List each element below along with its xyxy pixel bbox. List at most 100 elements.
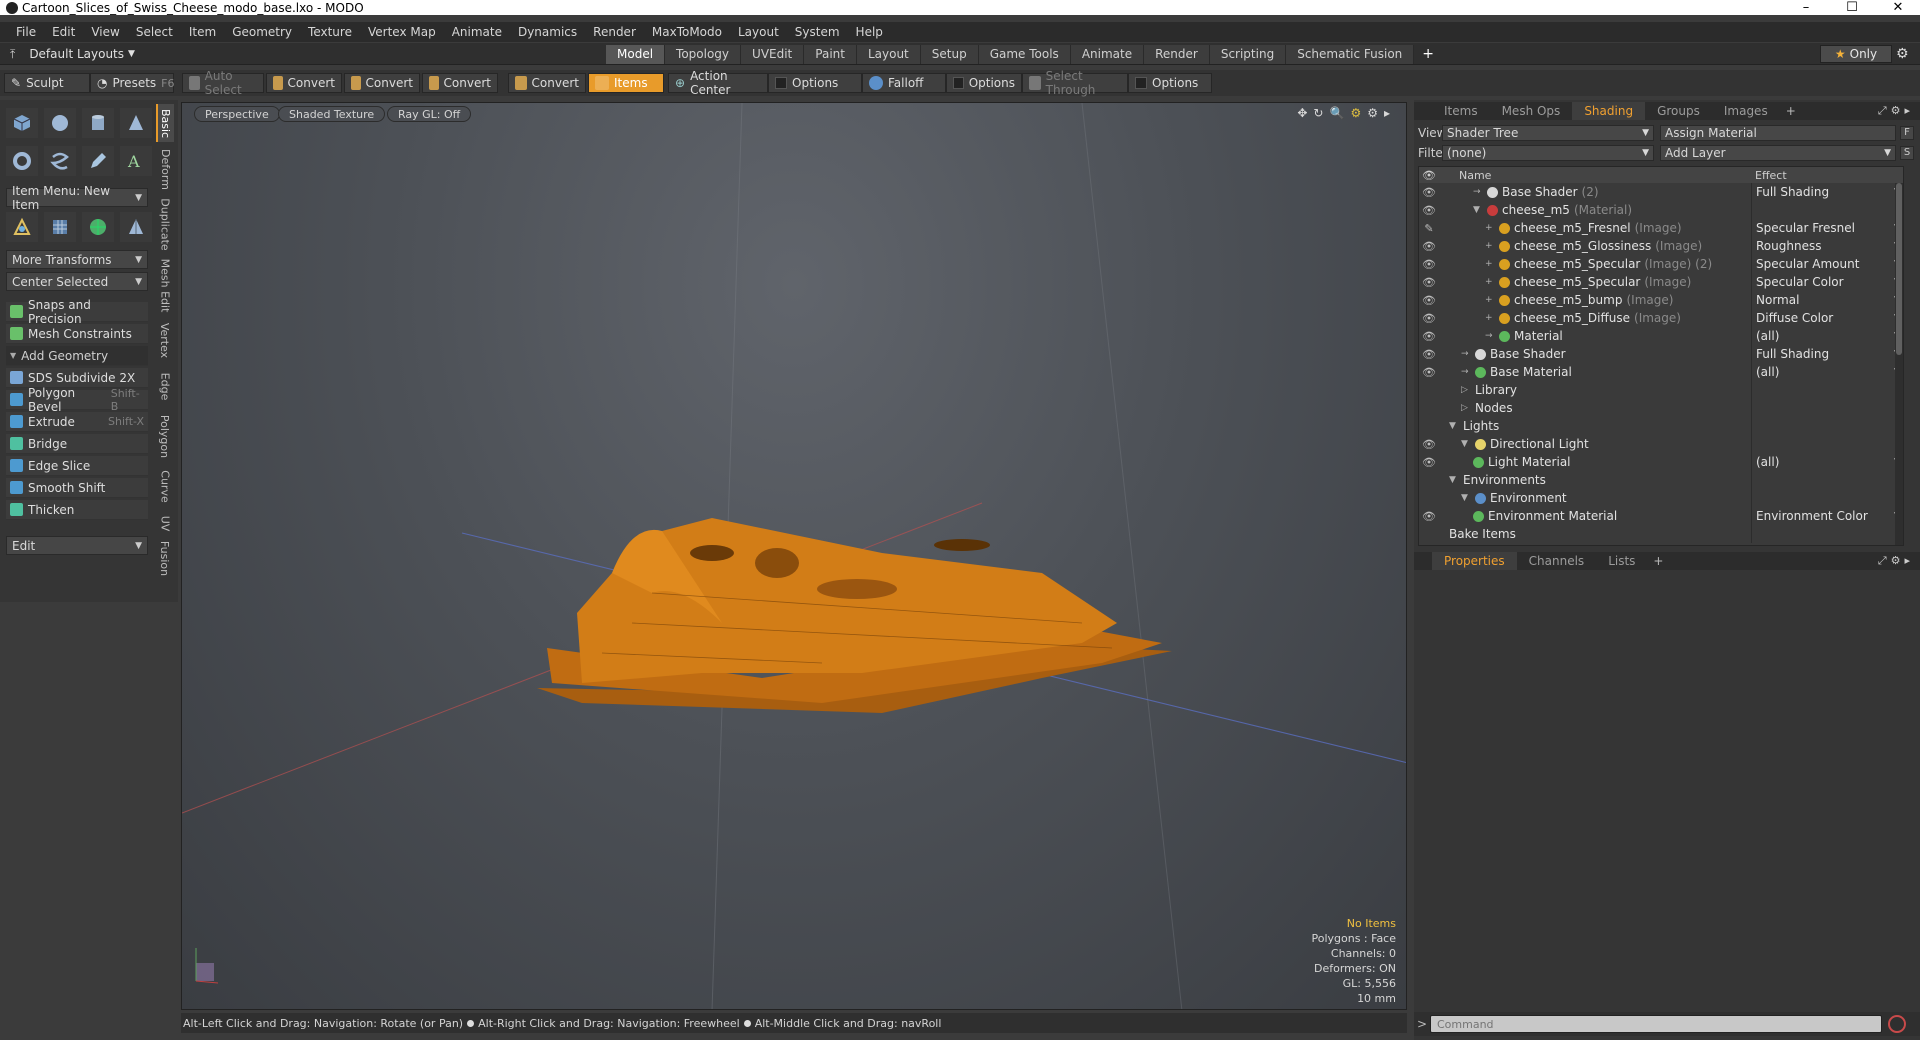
convert-edges-button[interactable]: Convert — [344, 73, 420, 93]
eye-icon[interactable]: 👁 — [1419, 438, 1439, 451]
tree-row[interactable]: 👁 → Base Material (all)▼ — [1419, 363, 1903, 381]
raygl-button[interactable]: Ray GL: Off — [387, 106, 472, 122]
effect-dropdown[interactable]: Specular Amount▼ — [1751, 255, 1903, 273]
tree-row[interactable]: ✎ + cheese_m5_Fresnel (Image) Specular Fresn… — [1419, 219, 1903, 237]
action-center-options-button[interactable]: Options — [768, 73, 862, 93]
item-menu-dropdown[interactable]: Item Menu: New Item ▼ — [6, 184, 148, 212]
cone-button[interactable] — [120, 108, 152, 138]
move-button[interactable] — [6, 212, 38, 242]
expand-toggle-icon[interactable]: ▼ — [1461, 439, 1471, 449]
add-tab-button[interactable]: + — [1414, 45, 1442, 64]
menu-vertex-map[interactable]: Vertex Map — [360, 25, 444, 39]
menu-edit[interactable]: Edit — [44, 25, 83, 39]
filter-dropdown[interactable]: (none) ▼ — [1442, 145, 1654, 161]
only-button[interactable]: ★ Only — [1820, 45, 1892, 63]
pen-button[interactable] — [82, 146, 114, 176]
eye-icon[interactable]: ✎ — [1419, 222, 1439, 235]
effect-dropdown[interactable]: Environment Color▼ — [1751, 507, 1903, 525]
convert-vertices-button[interactable]: Convert — [266, 73, 342, 93]
eye-icon[interactable]: 👁 — [1419, 366, 1439, 379]
tab-setup[interactable]: Setup — [920, 45, 979, 64]
tool-thicken[interactable]: Thicken — [6, 500, 148, 520]
arrow-right-icon[interactable]: ▸ — [1384, 106, 1390, 120]
expand-toggle-icon[interactable]: ▷ — [1461, 403, 1471, 413]
panel-tab-images[interactable]: Images — [1712, 102, 1780, 120]
edit-dropdown[interactable]: Edit ▼ — [6, 536, 148, 555]
tree-row[interactable]: Bake Items — [1419, 525, 1903, 543]
menu-item[interactable]: Item — [181, 25, 224, 39]
eye-icon[interactable]: 👁 — [1419, 204, 1439, 217]
tool-edge-slice[interactable]: Edge Slice — [6, 456, 148, 476]
expand-toggle-icon[interactable]: + — [1485, 295, 1495, 305]
vtab-polygon[interactable]: Polygon — [156, 410, 174, 462]
vtab-edge[interactable]: Edge — [156, 366, 174, 406]
vtab-basic[interactable]: Basic — [156, 104, 174, 142]
tab-topology[interactable]: Topology — [665, 45, 742, 64]
tab-game-tools[interactable]: Game Tools — [978, 45, 1071, 64]
menu-animate[interactable]: Animate — [444, 25, 510, 39]
sphere-button[interactable] — [44, 108, 76, 138]
assign-material-button[interactable]: Assign Material — [1660, 125, 1896, 141]
tab-render[interactable]: Render — [1144, 45, 1210, 64]
view-dropdown[interactable]: Shader Tree ▼ — [1442, 125, 1654, 141]
tool-polygon-bevel[interactable]: Polygon Bevel Shift-B — [6, 386, 148, 414]
prop-options-icons[interactable]: ⤢⚙▸ — [1878, 554, 1920, 568]
prop-tab-channels[interactable]: Channels — [1517, 552, 1597, 570]
eye-icon[interactable]: 👁 — [1419, 510, 1439, 523]
expand-toggle-icon[interactable]: ▼ — [1449, 475, 1459, 485]
shading-mode-button[interactable]: Shaded Texture — [278, 106, 386, 122]
tree-row[interactable]: 👁 Environment Material Environment Color▼ — [1419, 507, 1903, 525]
tree-row[interactable]: 👁 + cheese_m5_bump(Image) Normal▼ — [1419, 291, 1903, 309]
snaps-precision-button[interactable]: Snaps and Precision — [6, 298, 148, 326]
effect-dropdown[interactable]: Full Shading▼ — [1751, 345, 1903, 363]
vtab-duplicate[interactable]: Duplicate — [156, 196, 174, 252]
tree-row[interactable]: 👁 + cheese_m5_Specular (Image) (2) Specular … — [1419, 255, 1903, 273]
menu-dynamics[interactable]: Dynamics — [510, 25, 585, 39]
move-view-icon[interactable]: ✥ — [1297, 106, 1307, 120]
eye-icon[interactable]: 👁 — [1419, 348, 1439, 361]
effect-dropdown[interactable]: Normal▼ — [1751, 291, 1903, 309]
gear-icon[interactable]: ⚙ — [1896, 46, 1909, 62]
tree-row[interactable]: ▼ Environment — [1419, 489, 1903, 507]
panel-options-icons[interactable]: ⤢⚙▸ — [1878, 104, 1920, 118]
effect-dropdown[interactable]: (all)▼ — [1751, 453, 1903, 471]
prop-tab-lists[interactable]: Lists — [1596, 552, 1647, 570]
tool-bridge[interactable]: Bridge — [6, 434, 148, 454]
auto-select-button[interactable]: Auto Select — [182, 69, 264, 97]
panel-tab-mesh-ops[interactable]: Mesh Ops — [1490, 102, 1573, 120]
menu-help[interactable]: Help — [848, 25, 891, 39]
globe-button[interactable] — [82, 212, 114, 242]
more-transforms-dropdown[interactable]: More Transforms ▼ — [6, 250, 148, 269]
effect-dropdown[interactable]: Specular Color▼ — [1751, 273, 1903, 291]
cylinder-button[interactable] — [82, 108, 114, 138]
maximize-button[interactable]: ☐ — [1830, 0, 1874, 15]
rotate-view-icon[interactable]: ↻ — [1313, 106, 1323, 120]
cube-button[interactable] — [6, 108, 38, 138]
tree-row[interactable]: 👁 → Base Shader(2) Full Shading▼ — [1419, 183, 1903, 201]
effect-dropdown[interactable]: Full Shading▼ — [1751, 183, 1903, 201]
tree-row[interactable]: ▷ Library — [1419, 381, 1903, 399]
add-panel-tab-button[interactable]: + — [1780, 104, 1802, 118]
scrollbar-thumb[interactable] — [1896, 183, 1902, 355]
tree-row[interactable]: ▷ Nodes — [1419, 399, 1903, 417]
fit-icon[interactable]: ⚙ — [1350, 106, 1361, 120]
record-icon[interactable] — [1888, 1015, 1906, 1033]
command-input[interactable] — [1430, 1015, 1882, 1033]
expand-toggle-icon[interactable]: → — [1473, 187, 1483, 197]
tree-row[interactable]: 👁 + cheese_m5_Specular (Image) Specular Colo… — [1419, 273, 1903, 291]
tool-smooth-shift[interactable]: Smooth Shift — [6, 478, 148, 498]
expand-toggle-icon[interactable]: + — [1485, 259, 1495, 269]
cheese-model[interactable] — [537, 518, 1172, 713]
eye-icon[interactable]: 👁 — [1419, 258, 1439, 271]
panel-tab-items[interactable]: Items — [1432, 102, 1490, 120]
eye-icon[interactable]: 👁 — [1419, 276, 1439, 289]
prop-tab-properties[interactable]: Properties — [1432, 552, 1517, 570]
s-button[interactable]: S — [1900, 146, 1914, 160]
menu-texture[interactable]: Texture — [300, 25, 360, 39]
expand-toggle-icon[interactable]: ▼ — [1473, 205, 1483, 215]
menu-view[interactable]: View — [83, 25, 127, 39]
expand-toggle-icon[interactable]: → — [1461, 367, 1471, 377]
effect-dropdown[interactable]: (all)▼ — [1751, 327, 1903, 345]
tree-row[interactable]: ▼ Environments — [1419, 471, 1903, 489]
add-layer-dropdown[interactable]: Add Layer ▼ — [1660, 145, 1896, 161]
